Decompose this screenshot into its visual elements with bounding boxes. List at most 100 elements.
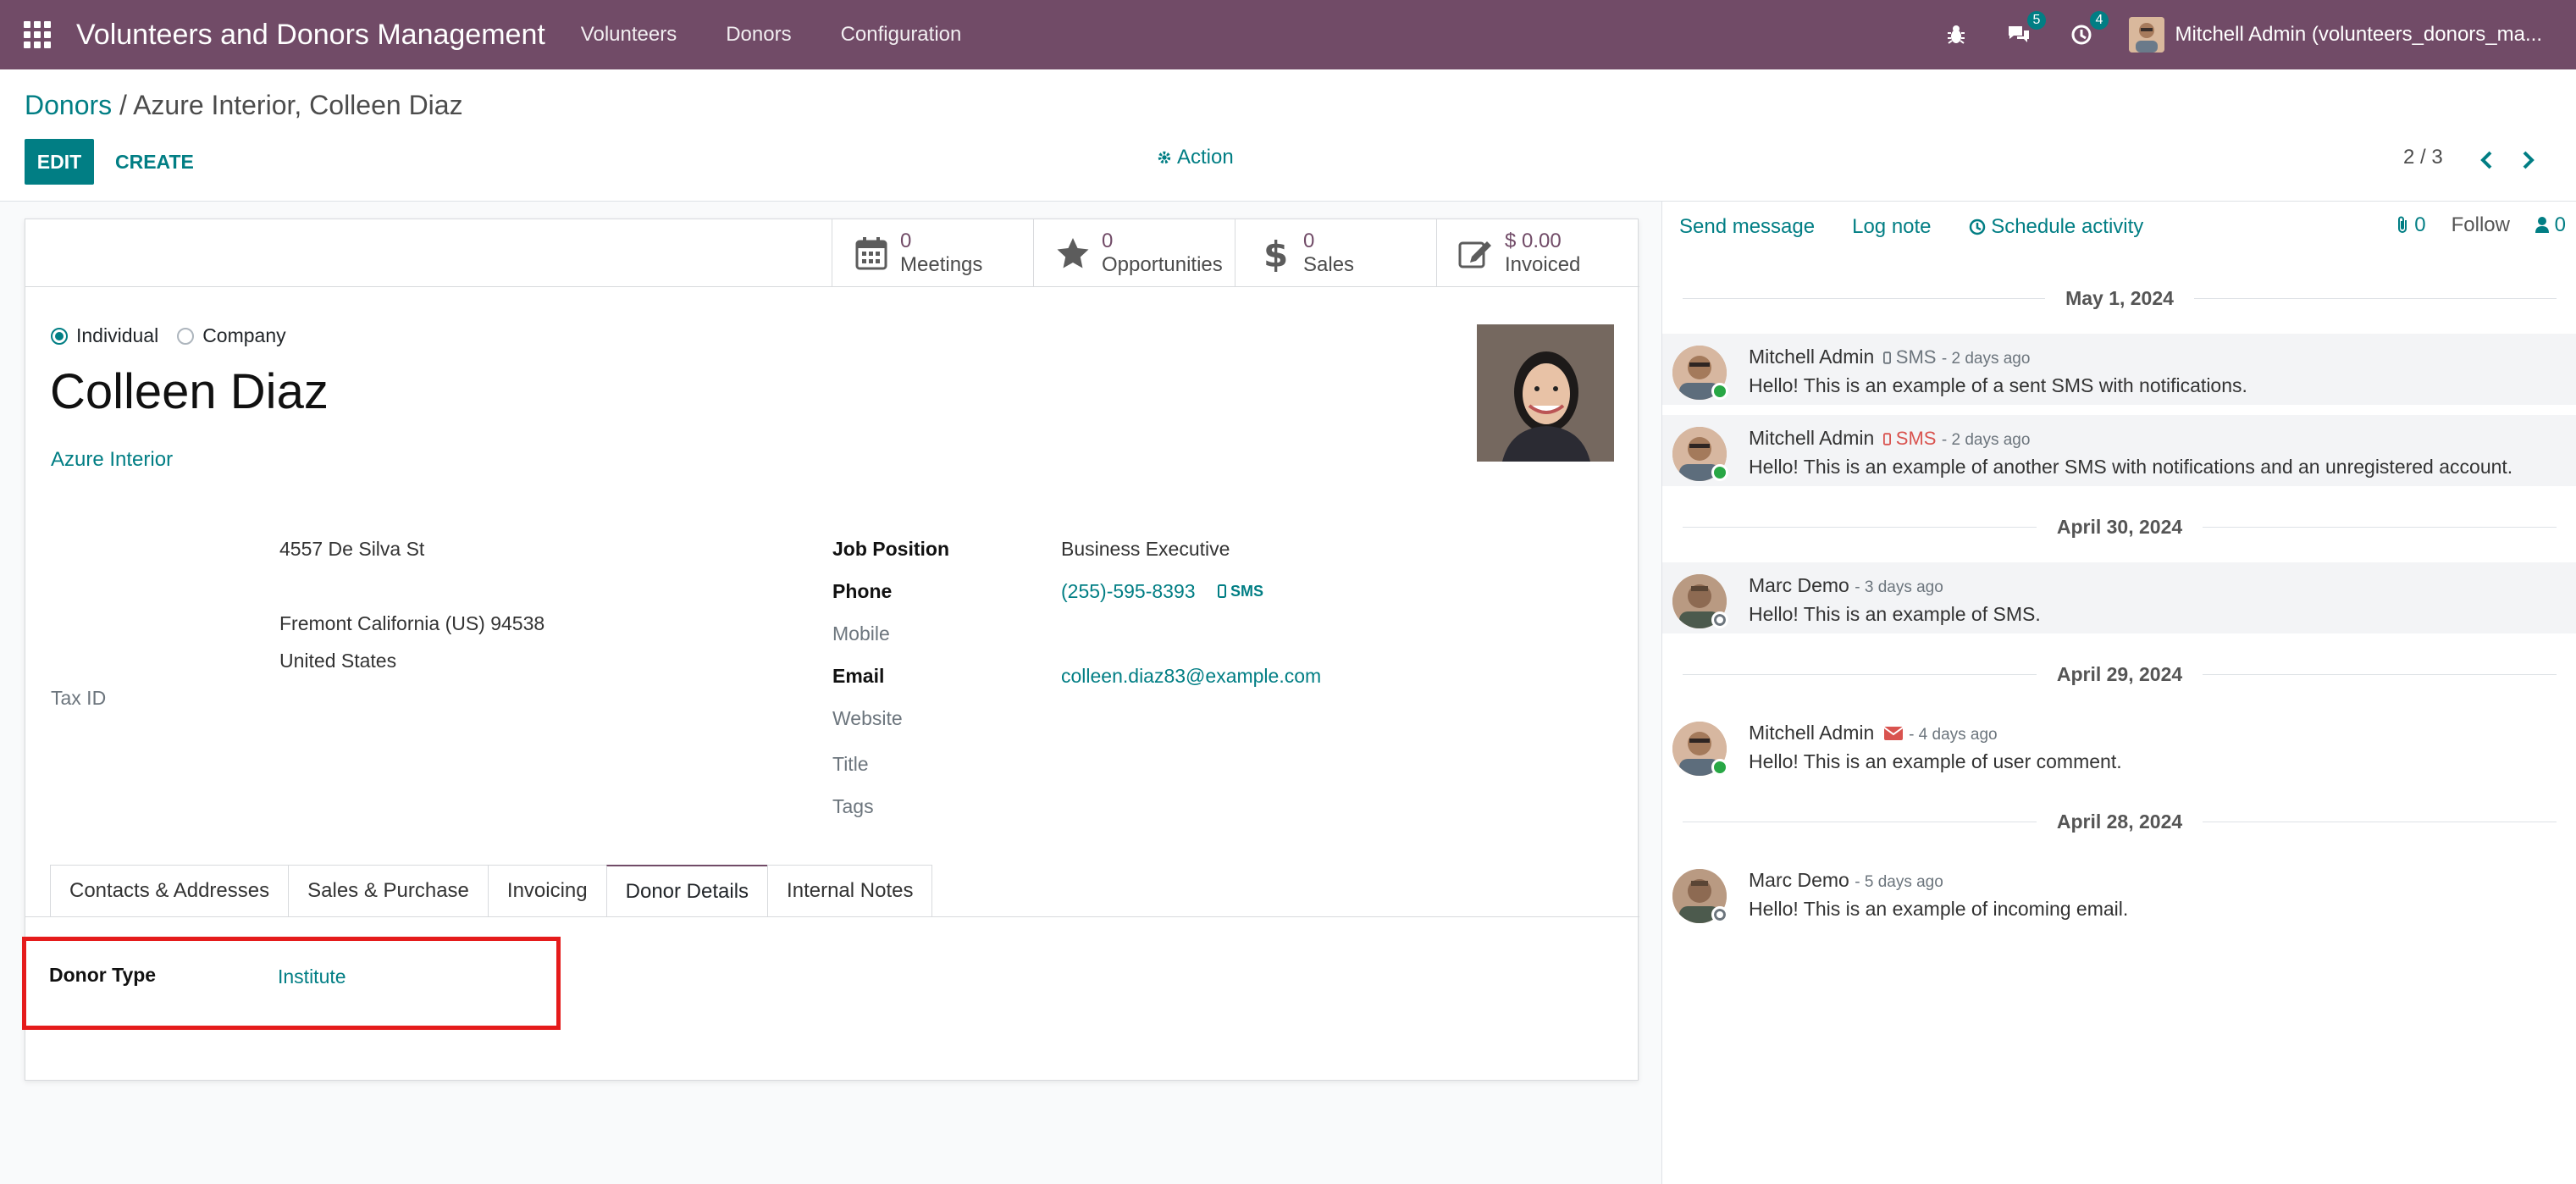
chatter-message: Mitchell Admin SMS - 2 days ago Hello! T… <box>1662 334 2576 405</box>
message-body: Hello! This is an example of user commen… <box>1749 750 2122 772</box>
chatter-message: Mitchell Admin SMS - 2 days ago Hello! T… <box>1662 415 2576 486</box>
tab-donor-details[interactable]: Donor Details <box>605 865 768 917</box>
individual-radio[interactable] <box>51 327 68 345</box>
pager-previous-icon[interactable] <box>2476 149 2498 171</box>
message-body: Hello! This is an example of another SMS… <box>1749 456 2513 478</box>
email-value[interactable]: colleen.diaz83@example.com <box>1061 665 1321 688</box>
online-status-icon <box>1711 464 1728 481</box>
title-label: Title <box>832 753 869 775</box>
menu-configuration[interactable]: Configuration <box>841 23 962 47</box>
partner-photo <box>1477 324 1614 462</box>
smart-buttons: 0 Meetings 0 Opportunities $ 0 Sales $ 0.00… <box>25 219 1639 287</box>
job-position-label: Job Position <box>832 538 949 560</box>
create-button[interactable]: CREATE <box>115 139 194 185</box>
message-body: Hello! This is an example of a sent SMS … <box>1749 374 2247 396</box>
tax-id-label: Tax ID <box>51 687 107 709</box>
app-title[interactable]: Volunteers and Donors Management <box>76 19 545 52</box>
chatter-message: Marc Demo - 5 days ago Hello! This is an… <box>1662 857 2576 928</box>
pager-next-icon[interactable] <box>2517 149 2539 171</box>
dollar-icon: $ <box>1256 235 1293 272</box>
apps-menu-icon[interactable] <box>24 21 51 48</box>
mobile-icon <box>1882 351 1891 364</box>
invoiced-label: Invoiced <box>1505 253 1581 276</box>
tags-label: Tags <box>832 795 874 817</box>
action-menu-button[interactable]: Action <box>1157 146 1234 169</box>
messages-icon[interactable]: 5 <box>2004 11 2047 50</box>
online-status-icon <box>1711 759 1728 776</box>
sales-label: Sales <box>1303 253 1355 276</box>
meetings-count: 0 <box>900 230 912 252</box>
breadcrumb-current: / Azure Interior, Colleen Diaz <box>119 90 463 120</box>
edit-button[interactable]: EDIT <box>25 139 94 185</box>
log-note-button[interactable]: Log note <box>1852 215 1931 239</box>
address-city: Fremont California (US) 94538 <box>279 612 545 634</box>
bug-icon[interactable] <box>1941 19 1971 50</box>
invoiced-smart-button[interactable]: $ 0.00 Invoiced <box>1436 219 1638 287</box>
date-label: April 30, 2024 <box>2056 515 2183 538</box>
user-avatar[interactable] <box>2129 17 2165 53</box>
message-date: - 3 days ago <box>1855 578 1943 596</box>
activities-icon[interactable]: 4 <box>2066 11 2109 50</box>
message-author[interactable]: Mitchell Admin <box>1749 346 1874 368</box>
navbar-systray: 5 4 Mitchell Admin (volunteers_donors_ma… <box>1941 0 2576 69</box>
phone-value[interactable]: (255)-595-8393 <box>1061 580 1196 603</box>
offline-status-icon <box>1711 906 1728 923</box>
phone-label: Phone <box>832 580 893 602</box>
date-separator: April 29, 2024 <box>1662 657 2576 691</box>
user-icon <box>2535 217 2549 233</box>
donor-type-label: Donor Type <box>49 964 157 986</box>
attachments-count: 0 <box>2414 213 2426 236</box>
sms-button[interactable]: SMS <box>1218 583 1263 600</box>
opportunities-smart-button[interactable]: 0 Opportunities <box>1033 219 1235 287</box>
message-type[interactable]: SMS <box>1896 428 1937 449</box>
followers-button[interactable]: 0 <box>2535 213 2566 237</box>
message-author[interactable]: Mitchell Admin <box>1749 427 1874 449</box>
individual-label[interactable]: Individual <box>76 324 158 347</box>
meetings-label: Meetings <box>900 253 983 276</box>
envelope-icon[interactable] <box>1883 726 1904 741</box>
menu-volunteers[interactable]: Volunteers <box>581 23 677 47</box>
company-type-radio: Individual Company <box>51 324 305 347</box>
menu-donors[interactable]: Donors <box>726 23 791 47</box>
message-date: - 5 days ago <box>1855 873 1943 891</box>
chatter-message: Mitchell Admin - 4 days ago Hello! This … <box>1662 710 2576 781</box>
parent-company-link[interactable]: Azure Interior <box>51 448 173 472</box>
date-label: April 29, 2024 <box>2056 662 2183 685</box>
send-message-button[interactable]: Send message <box>1679 215 1815 239</box>
message-author[interactable]: Marc Demo <box>1749 869 1849 891</box>
donor-type-value[interactable]: Institute <box>278 965 346 988</box>
sales-count: 0 <box>1303 230 1315 252</box>
schedule-activity-button[interactable]: Schedule activity <box>1969 215 2143 239</box>
date-label: April 28, 2024 <box>2056 810 2183 833</box>
online-status-icon <box>1711 383 1728 400</box>
paperclip-icon <box>2397 216 2407 233</box>
message-author[interactable]: Marc Demo <box>1749 574 1849 596</box>
activities-badge: 4 <box>2089 11 2109 30</box>
breadcrumb: Donors / Azure Interior, Colleen Diaz <box>25 90 463 121</box>
attachments-button[interactable]: 0 <box>2396 213 2426 237</box>
tab-invoicing[interactable]: Invoicing <box>487 865 606 917</box>
top-navbar: Volunteers and Donors Management Volunte… <box>0 0 2576 69</box>
sms-label: SMS <box>1230 583 1264 600</box>
message-date: - 4 days ago <box>1909 726 1998 744</box>
message-author[interactable]: Mitchell Admin <box>1749 722 1874 744</box>
edit-icon <box>1457 235 1495 272</box>
sales-smart-button[interactable]: $ 0 Sales <box>1235 219 1436 287</box>
user-menu[interactable]: Mitchell Admin (volunteers_donors_ma... <box>2175 23 2542 47</box>
company-radio[interactable] <box>177 327 195 345</box>
breadcrumb-donors-link[interactable]: Donors <box>25 90 112 120</box>
message-date: - 2 days ago <box>1941 350 2031 368</box>
tab-sales-purchase[interactable]: Sales & Purchase <box>288 865 488 917</box>
follow-button[interactable]: Follow <box>2452 213 2510 237</box>
company-label[interactable]: Company <box>202 324 285 347</box>
pager-value[interactable]: 2 / 3 <box>2403 146 2443 169</box>
tab-contacts-addresses[interactable]: Contacts & Addresses <box>50 865 289 917</box>
meetings-smart-button[interactable]: 0 Meetings <box>832 219 1033 287</box>
date-separator: April 30, 2024 <box>1662 510 2576 544</box>
partner-name: Colleen Diaz <box>50 364 329 419</box>
tab-internal-notes[interactable]: Internal Notes <box>767 865 933 917</box>
gear-icon <box>1158 151 1171 164</box>
chatter-panel: Send message Log note Schedule activity … <box>1661 202 2576 1184</box>
message-body: Hello! This is an example of SMS. <box>1749 603 2041 625</box>
mobile-error-icon <box>1882 433 1891 445</box>
